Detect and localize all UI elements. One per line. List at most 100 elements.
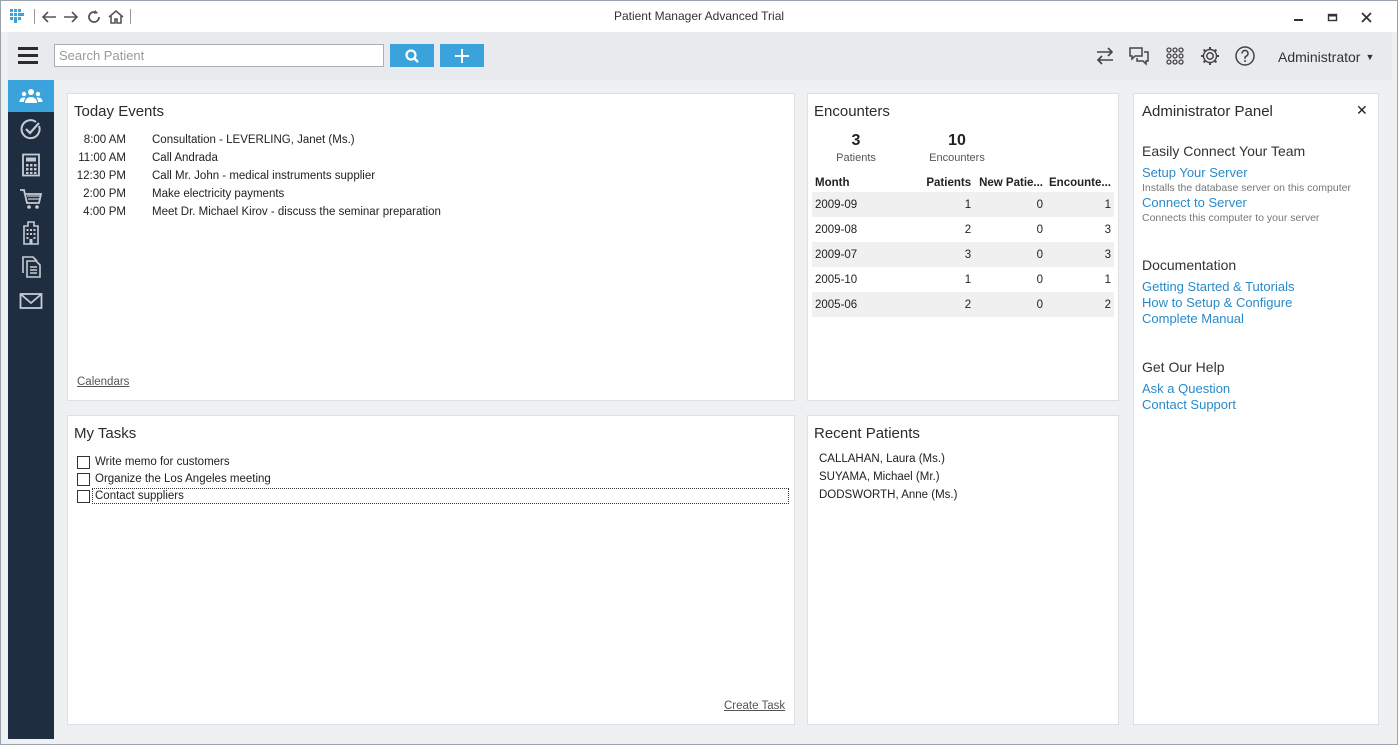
tasks-check-icon	[20, 119, 41, 140]
chevron-down-icon: ▼	[1365, 52, 1375, 62]
sidebar-item-patients[interactable]	[8, 80, 54, 112]
contact-support-link[interactable]: Contact Support	[1142, 397, 1236, 412]
help-icon[interactable]	[1234, 45, 1256, 67]
encounters-panel: Encounters 3 Patients 10 Encounters Mont…	[807, 93, 1119, 401]
column-header[interactable]: Patients	[913, 174, 974, 192]
sidebar-item-tasks[interactable]	[8, 114, 54, 146]
search-button[interactable]	[390, 44, 434, 67]
table-cell: 2	[964, 223, 972, 236]
search-icon	[405, 48, 419, 63]
task-label: Organize the Los Angeles meeting	[95, 473, 271, 485]
event-text: Call Andrada	[152, 152, 218, 164]
sidebar-item-facilities[interactable]	[8, 217, 54, 249]
apps-grid-icon[interactable]	[1164, 45, 1186, 67]
documentation-heading: Documentation	[1142, 257, 1237, 273]
column-header[interactable]: Encounte...	[1046, 174, 1114, 192]
app-window: Patient Manager Advanced Trial Search Pa…	[0, 0, 1398, 745]
table-cell: 0	[974, 292, 1046, 317]
event-row[interactable]: 12:30 PM Call Mr. John - medical instrum…	[68, 170, 788, 188]
table-cell: 3	[1104, 223, 1111, 236]
event-text: Make electricity payments	[152, 188, 285, 200]
dashboard-content: Today Events 8:00 AM Consultation - LEVE…	[54, 80, 1392, 739]
recent-patient-item[interactable]: CALLAHAN, Laura (Ms.)	[819, 453, 945, 465]
plus-icon	[455, 48, 469, 63]
create-task-link[interactable]: Create Task	[724, 700, 785, 712]
help-heading: Get Our Help	[1142, 359, 1225, 375]
minimize-button[interactable]	[1283, 6, 1313, 28]
calendars-link[interactable]: Calendars	[77, 376, 129, 388]
panel-title: Today Events	[74, 103, 165, 120]
sync-arrows-icon[interactable]	[1094, 45, 1116, 67]
event-time: 12:30 PM	[76, 170, 126, 182]
task-checkbox[interactable]	[77, 455, 90, 469]
recent-patient-item[interactable]: SUYAMA, Michael (Mr.)	[819, 471, 940, 483]
administrator-panel: Administrator Panel ✕ Easily Connect You…	[1133, 93, 1379, 725]
event-time: 2:00 PM	[83, 188, 126, 200]
settings-gear-icon[interactable]	[1199, 45, 1221, 67]
task-item[interactable]: Contact suppliers	[77, 488, 789, 504]
connect-server-link[interactable]: Connect to Server	[1142, 195, 1247, 210]
sidebar-item-billing[interactable]	[8, 149, 54, 181]
setup-server-link[interactable]: Setup Your Server	[1142, 165, 1248, 180]
table-row[interactable]: 2005-06 2 0 2	[812, 292, 1114, 317]
task-item[interactable]: Write memo for customers	[77, 454, 231, 470]
table-cell: 1	[1046, 192, 1114, 217]
task-label: Write memo for customers	[95, 456, 230, 468]
user-menu[interactable]: Administrator ▼	[1278, 49, 1374, 65]
restore-icon	[1327, 13, 1337, 21]
event-row[interactable]: 11:00 AM Call Andrada	[68, 152, 788, 170]
close-icon	[1360, 11, 1372, 23]
panel-title: My Tasks	[74, 425, 137, 442]
mail-icon	[19, 293, 43, 309]
encounters-table: Month Patients New Patie... Encounte... …	[812, 174, 1114, 317]
column-header[interactable]: Month	[812, 174, 913, 192]
event-row[interactable]: 2:00 PM Make electricity payments	[68, 188, 788, 206]
complete-manual-link[interactable]: Complete Manual	[1142, 311, 1244, 326]
setup-configure-link[interactable]: How to Setup & Configure	[1142, 295, 1292, 310]
recent-patient-item[interactable]: DODSWORTH, Anne (Ms.)	[819, 489, 957, 501]
main-toolbar: Administrator ▼	[8, 32, 1392, 80]
patients-label: Patients	[836, 152, 876, 164]
table-cell: 2009-07	[812, 242, 913, 267]
close-panel-icon[interactable]: ✕	[1356, 102, 1368, 119]
task-checkbox[interactable]	[77, 472, 90, 486]
table-cell: 1	[912, 192, 975, 217]
user-menu-label: Administrator	[1278, 49, 1361, 65]
recent-patients-panel: Recent Patients CALLAHAN, Laura (Ms.) SU…	[807, 415, 1119, 725]
event-text: Consultation - LEVERLING, Janet (Ms.)	[152, 134, 355, 146]
add-patient-button[interactable]	[440, 44, 484, 67]
sidebar	[8, 80, 54, 739]
table-row[interactable]: 2009-09 1 0 1	[812, 192, 1114, 217]
encounters-count: 10	[948, 132, 966, 149]
sidebar-item-messages[interactable]	[8, 285, 54, 317]
table-row[interactable]: 2009-08 2 0 3	[812, 217, 1114, 242]
ask-question-link[interactable]: Ask a Question	[1142, 381, 1230, 396]
search-patient-input[interactable]	[54, 44, 384, 67]
minimize-icon	[1293, 18, 1303, 21]
panel-title: Administrator Panel	[1142, 103, 1273, 120]
event-row[interactable]: 8:00 AM Consultation - LEVERLING, Janet …	[68, 134, 788, 152]
table-row[interactable]: 2009-07 3 0 3	[812, 242, 1114, 267]
column-header[interactable]: New Patie...	[974, 174, 1046, 192]
connect-server-description: Connects this computer to your server	[1142, 212, 1320, 224]
table-cell: 2009-09	[812, 192, 913, 217]
sidebar-item-documents[interactable]	[8, 251, 54, 283]
sidebar-item-purchases[interactable]	[8, 183, 54, 215]
task-checkbox[interactable]	[77, 489, 90, 503]
documents-icon	[22, 256, 41, 278]
title-bar: Patient Manager Advanced Trial	[1, 1, 1397, 32]
table-cell: 2009-08	[815, 223, 858, 236]
task-item[interactable]: Organize the Los Angeles meeting	[77, 471, 272, 487]
table-cell: 3	[1046, 242, 1114, 267]
event-text: Call Mr. John - medical instruments supp…	[152, 170, 376, 182]
today-events-panel: Today Events 8:00 AM Consultation - LEVE…	[67, 93, 795, 401]
hamburger-menu-icon[interactable]	[18, 47, 38, 65]
table-cell: 0	[974, 242, 1046, 267]
event-row[interactable]: 4:00 PM Meet Dr. Michael Kirov - discuss…	[68, 206, 788, 224]
chat-icon[interactable]	[1128, 45, 1150, 67]
encounters-label: Encounters	[929, 152, 985, 164]
maximize-button[interactable]	[1317, 6, 1347, 28]
close-window-button[interactable]	[1351, 6, 1381, 28]
getting-started-link[interactable]: Getting Started & Tutorials	[1142, 279, 1294, 294]
table-row[interactable]: 2005-10 1 0 1	[812, 267, 1114, 292]
